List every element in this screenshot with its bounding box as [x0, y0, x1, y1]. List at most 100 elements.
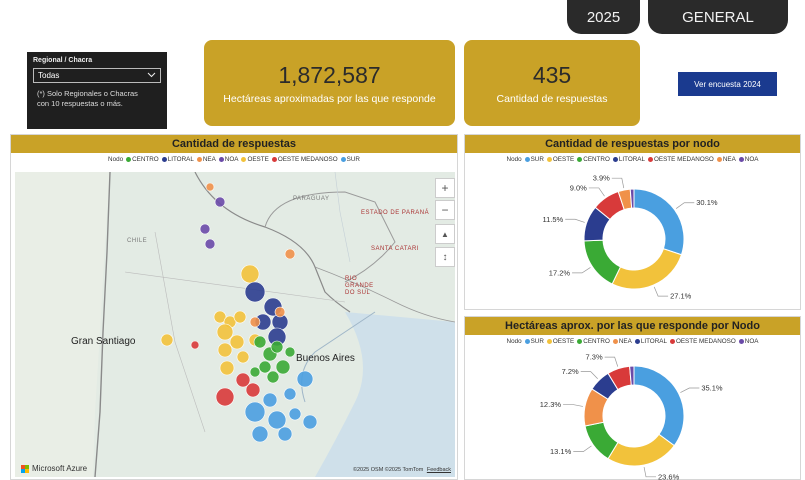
donut-data-label: 7.3% — [586, 353, 603, 362]
map-bubble[interactable] — [288, 407, 302, 421]
map-bubble[interactable] — [267, 410, 287, 430]
map-panel-title: Cantidad de respuestas — [11, 135, 457, 153]
attribution-text: ©2025 OSM ©2025 TomTom — [352, 467, 424, 473]
map-bubble[interactable] — [284, 346, 296, 358]
map-bubble[interactable] — [251, 425, 269, 443]
donut-slice[interactable] — [633, 188, 685, 256]
map-bubble[interactable] — [274, 306, 286, 318]
donut-slice[interactable] — [611, 248, 683, 290]
map-label-paraguay: PARAGUAY — [293, 196, 330, 202]
map-bubble[interactable] — [277, 426, 293, 442]
map-bubble[interactable] — [199, 223, 211, 235]
map-bubble[interactable] — [270, 340, 284, 354]
map-bubble[interactable] — [262, 392, 278, 408]
legend-item[interactable]: SUR — [524, 338, 544, 345]
legend-item[interactable]: LITORAL — [634, 338, 667, 345]
donut1-chart[interactable]: 30.1% 27.1% 17.2% 11.5% 9.0% 3.9% — [465, 166, 802, 308]
legend-item[interactable]: NEA — [196, 156, 216, 163]
legend-item[interactable]: OESTE — [241, 156, 269, 163]
legend-dot-icon — [340, 157, 346, 162]
map-bubble[interactable] — [215, 387, 235, 407]
map-bubble[interactable] — [236, 350, 250, 364]
map-bubble[interactable] — [296, 370, 314, 388]
donut2-chart[interactable]: 35.1% 23.6% 13.1% 12.3% 7.2% 7.3% — [465, 348, 802, 480]
bubble-map[interactable]: PARAGUAY CHILE ESTADO DE PARANÁ SANTA CA… — [15, 172, 455, 477]
legend-item[interactable]: NEA — [612, 338, 632, 345]
map-bubble[interactable] — [204, 238, 216, 250]
legend-item[interactable]: OESTE — [546, 338, 574, 345]
map-legend: Nodo CENTRO LITORAL NEA NOA OESTE OESTE MEDAN… — [11, 153, 457, 166]
map-bubble[interactable] — [229, 334, 245, 350]
legend-item[interactable]: CENTRO — [126, 156, 159, 163]
donut-leader-line — [675, 202, 695, 209]
legend-item[interactable]: NOA — [738, 156, 758, 163]
map-bubble[interactable] — [216, 323, 234, 341]
zoom-in-button[interactable]: + — [435, 178, 455, 198]
legend-item[interactable]: LITORAL — [612, 156, 645, 163]
legend-item[interactable]: CENTRO — [577, 338, 610, 345]
map-bubble[interactable] — [160, 333, 174, 347]
regional-dropdown[interactable]: Todas — [33, 68, 161, 83]
legend-item[interactable]: OESTE — [546, 156, 574, 163]
legend-item[interactable]: CENTRO — [577, 156, 610, 163]
map-bubble[interactable] — [233, 310, 247, 324]
donut-data-label: 11.5% — [542, 215, 563, 224]
map-bubble[interactable] — [283, 387, 297, 401]
legend-item[interactable]: SUR — [340, 156, 360, 163]
map-bubble[interactable] — [266, 370, 280, 384]
map-bubble[interactable] — [245, 382, 261, 398]
legend-item[interactable]: SUR — [524, 156, 544, 163]
donut-leader-line — [680, 387, 700, 393]
legend-item[interactable]: OESTE MEDANOSO — [271, 156, 338, 163]
feedback-link[interactable]: Feedback — [427, 467, 451, 473]
donut-slice[interactable] — [633, 365, 685, 447]
map-bubble[interactable] — [240, 264, 260, 284]
legend-item[interactable]: NOA — [218, 156, 238, 163]
legend-dot-icon — [612, 157, 618, 162]
legend-label: SUR — [530, 156, 544, 163]
map-bubble[interactable] — [219, 360, 235, 376]
legend-item[interactable]: NOA — [738, 338, 758, 345]
map-bubble[interactable] — [258, 360, 272, 374]
map-bubble[interactable] — [217, 342, 233, 358]
map-label-buenos-aires: Buenos Aires — [296, 353, 355, 364]
map-bubble[interactable] — [244, 401, 266, 423]
dropdown-value: Todas — [38, 71, 60, 80]
legend-dot-icon — [612, 339, 618, 344]
legend-label: CENTRO — [583, 338, 610, 345]
donut-data-label: 17.2% — [549, 268, 571, 277]
map-bubble[interactable] — [244, 281, 266, 303]
map-bubble[interactable] — [302, 414, 318, 430]
map-bubble[interactable] — [190, 340, 200, 350]
year-button[interactable]: 2025 — [567, 0, 640, 34]
legend-dot-icon — [648, 157, 653, 162]
map-bubble[interactable] — [205, 182, 215, 192]
donut-leader-line — [563, 404, 583, 407]
donut-slice[interactable] — [583, 239, 622, 285]
map-bubble[interactable] — [249, 366, 261, 378]
donut-leader-line — [572, 267, 591, 274]
legend-label: SUR — [346, 156, 360, 163]
legend-dot-icon — [634, 339, 640, 344]
donut-slice[interactable] — [607, 433, 675, 467]
general-button[interactable]: GENERAL — [648, 0, 788, 34]
legend-dot-icon — [546, 339, 552, 344]
map-bubble[interactable] — [249, 316, 261, 328]
map-bubble[interactable] — [275, 359, 291, 375]
legend-label: OESTE MEDANOSO — [277, 156, 338, 163]
legend-item[interactable]: LITORAL — [161, 156, 194, 163]
slicer-note: (*) Solo Regionales o Chacras con 10 res… — [33, 89, 161, 109]
map-bubble[interactable] — [253, 335, 267, 349]
legend-item[interactable]: OESTE MEDANOSO — [669, 338, 736, 345]
compass-button[interactable]: ↕ — [435, 247, 455, 267]
donut-leader-line — [643, 466, 657, 478]
zoom-out-button[interactable]: − — [435, 200, 455, 220]
legend-item[interactable]: NEA — [716, 156, 736, 163]
map-bubble[interactable] — [284, 248, 296, 260]
tilt-button[interactable]: ▲ — [435, 224, 455, 244]
legend-item[interactable]: OESTE MEDANOSO — [648, 156, 714, 163]
legend-label: CENTRO — [132, 156, 159, 163]
map-bubble[interactable] — [214, 196, 226, 208]
view-2024-survey-button[interactable]: Ver encuesta 2024 — [678, 72, 777, 96]
donut-leader-line — [611, 177, 625, 189]
